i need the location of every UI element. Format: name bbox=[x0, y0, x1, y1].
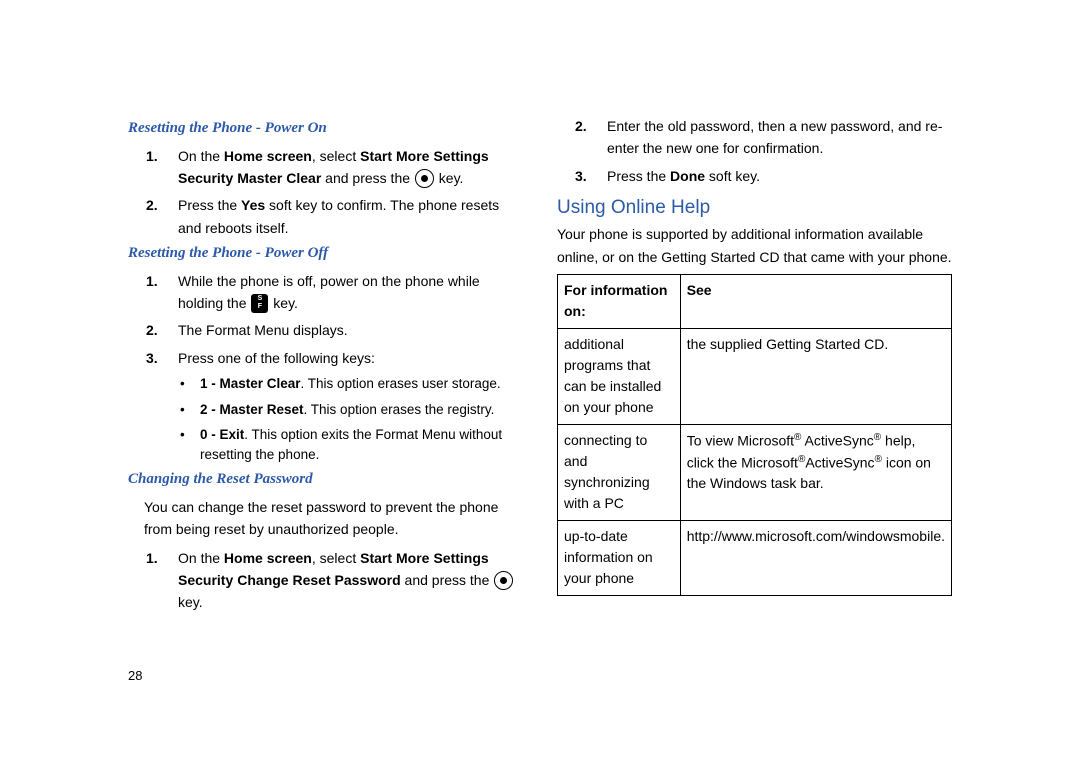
heading-change-reset-password: Changing the Reset Password bbox=[128, 470, 523, 490]
step-body: On the Home screen, select Start More Se… bbox=[178, 145, 523, 190]
step-number: 1. bbox=[128, 145, 178, 190]
steps-change-password: 1. On the Home screen, select Start More… bbox=[128, 547, 523, 614]
left-column: Resetting the Phone - Power On 1. On the… bbox=[128, 115, 523, 619]
step-number: 3. bbox=[557, 165, 607, 187]
ok-key-icon bbox=[494, 571, 513, 590]
bullet-icon: • bbox=[128, 400, 200, 420]
steps-reset-power-off: 1. While the phone is off, power on the … bbox=[128, 270, 523, 370]
step-item: 2. Enter the old password, then a new pa… bbox=[557, 115, 952, 160]
step-item: 3. Press the Done soft key. bbox=[557, 165, 952, 187]
table-header: See bbox=[680, 274, 951, 328]
step-item: 1. On the Home screen, select Start More… bbox=[128, 145, 523, 190]
bullet-item: •1 - Master Clear. This option erases us… bbox=[128, 374, 523, 394]
bullet-icon: • bbox=[128, 425, 200, 464]
table-row: connecting to and synchronizing with a P… bbox=[558, 424, 952, 520]
bullet-icon: • bbox=[128, 374, 200, 394]
online-help-table: For information on: See additional progr… bbox=[557, 274, 952, 596]
manual-page: Resetting the Phone - Power On 1. On the… bbox=[0, 0, 1080, 771]
table-header-row: For information on: See bbox=[558, 274, 952, 328]
step-body: Enter the old password, then a new passw… bbox=[607, 115, 952, 160]
step-number: 2. bbox=[128, 194, 178, 239]
step-body: While the phone is off, power on the pho… bbox=[178, 270, 523, 315]
format-menu-options: •1 - Master Clear. This option erases us… bbox=[128, 374, 523, 464]
table-cell: additional programs that can be installe… bbox=[558, 328, 681, 424]
two-column-layout: Resetting the Phone - Power On 1. On the… bbox=[128, 115, 952, 619]
right-column: 2. Enter the old password, then a new pa… bbox=[557, 115, 952, 619]
step-number: 2. bbox=[557, 115, 607, 160]
heading-using-online-help: Using Online Help bbox=[557, 197, 952, 219]
step-body: The Format Menu displays. bbox=[178, 319, 523, 341]
step-item: 2. Press the Yes soft key to confirm. Th… bbox=[128, 194, 523, 239]
steps-reset-power-on: 1. On the Home screen, select Start More… bbox=[128, 145, 523, 240]
heading-reset-power-off: Resetting the Phone - Power Off bbox=[128, 244, 523, 264]
heading-reset-power-on: Resetting the Phone - Power On bbox=[128, 119, 523, 139]
ok-key-icon bbox=[415, 169, 434, 188]
step-item: 1. While the phone is off, power on the … bbox=[128, 270, 523, 315]
table-cell: To view Microsoft® ActiveSync® help, cli… bbox=[680, 424, 951, 520]
steps-change-password-cont: 2. Enter the old password, then a new pa… bbox=[557, 115, 952, 187]
table-cell: connecting to and synchronizing with a P… bbox=[558, 424, 681, 520]
table-cell: http://www.microsoft.com/windowsmobile. bbox=[680, 520, 951, 595]
bullet-item: •2 - Master Reset. This option erases th… bbox=[128, 400, 523, 420]
table-row: up-to-date information on your phone htt… bbox=[558, 520, 952, 595]
table-cell: the supplied Getting Started CD. bbox=[680, 328, 951, 424]
step-number: 1. bbox=[128, 270, 178, 315]
page-number: 28 bbox=[128, 668, 142, 683]
paragraph: Your phone is supported by additional in… bbox=[557, 223, 952, 268]
sf-key-icon: SF bbox=[251, 294, 268, 313]
bullet-item: •0 - Exit. This option exits the Format … bbox=[128, 425, 523, 464]
step-body: Press one of the following keys: bbox=[178, 347, 523, 369]
step-number: 3. bbox=[128, 347, 178, 369]
step-body: On the Home screen, select Start More Se… bbox=[178, 547, 523, 614]
table-header: For information on: bbox=[558, 274, 681, 328]
step-item: 2. The Format Menu displays. bbox=[128, 319, 523, 341]
registered-icon: ® bbox=[875, 454, 882, 465]
step-body: Press the Yes soft key to confirm. The p… bbox=[178, 194, 523, 239]
table-cell: up-to-date information on your phone bbox=[558, 520, 681, 595]
step-number: 1. bbox=[128, 547, 178, 614]
step-number: 2. bbox=[128, 319, 178, 341]
table-row: additional programs that can be installe… bbox=[558, 328, 952, 424]
step-item: 1. On the Home screen, select Start More… bbox=[128, 547, 523, 614]
step-body: Press the Done soft key. bbox=[607, 165, 952, 187]
step-item: 3. Press one of the following keys: bbox=[128, 347, 523, 369]
paragraph: You can change the reset password to pre… bbox=[128, 496, 523, 541]
